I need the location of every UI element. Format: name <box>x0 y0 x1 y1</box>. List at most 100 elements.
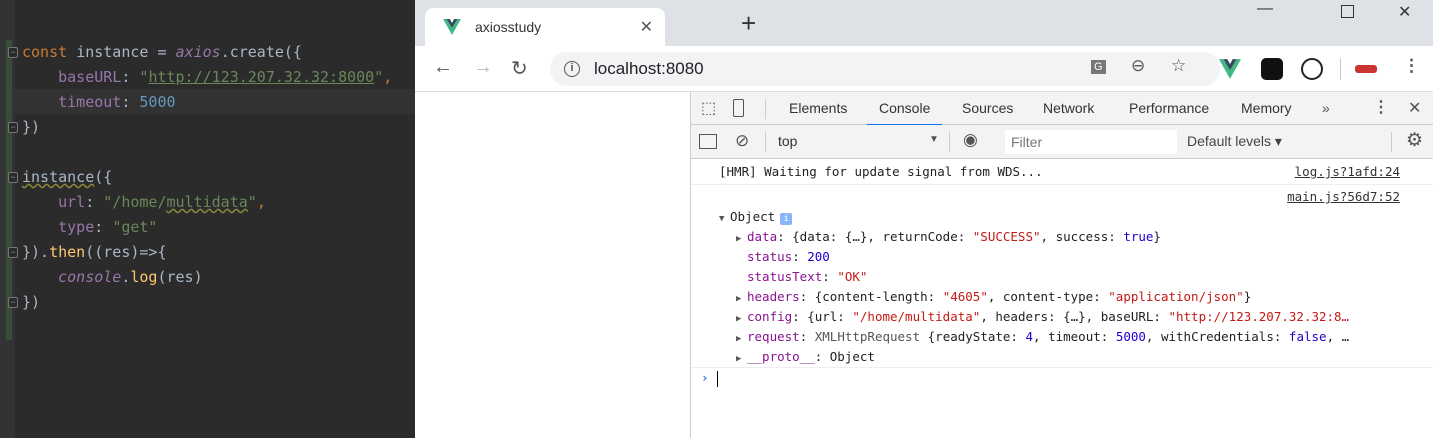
tab-title: axiosstudy <box>475 19 542 35</box>
code-token: , … <box>1326 329 1350 344</box>
code-token: 4 <box>1025 329 1034 344</box>
settings-gear-icon[interactable]: ⚙ <box>1406 129 1423 152</box>
code-token: }). <box>22 243 50 261</box>
code-line[interactable]: console.log(res) <box>22 265 203 290</box>
tab-sources[interactable]: Sources <box>962 100 1013 116</box>
code-line[interactable]: }) <box>22 290 40 315</box>
object-property[interactable]: ▶ data: {data: {…}, returnCode: "SUCCESS"… <box>691 227 1433 247</box>
zoom-icon[interactable]: ⊖ <box>1131 56 1145 76</box>
context-select[interactable]: top <box>778 133 797 149</box>
editor-gutter <box>0 0 15 438</box>
source-link[interactable]: main.js?56d7:52 <box>1287 187 1400 207</box>
text-cursor <box>716 370 718 387</box>
filter-input[interactable]: Filter <box>1005 130 1177 154</box>
devtools-menu-icon[interactable]: ⋮ <box>1373 97 1389 117</box>
code-line[interactable]: url: "/home/multidata", <box>22 190 266 215</box>
code-line[interactable]: instance({ <box>22 165 112 190</box>
expand-triangle-icon[interactable]: ▶ <box>736 289 747 307</box>
close-tab-icon[interactable]: ✕ <box>640 17 653 37</box>
profile-extension-icon[interactable] <box>1355 65 1377 73</box>
tab-performance[interactable]: Performance <box>1129 100 1209 116</box>
browser-tab[interactable]: axiosstudy ✕ <box>425 8 665 46</box>
code-token: , timeout: <box>1033 329 1116 344</box>
code-token: , withCredentials: <box>1145 329 1289 344</box>
object-source-row: main.js?56d7:52 <box>691 187 1433 207</box>
expand-triangle-icon[interactable]: ▶ <box>736 229 747 247</box>
address-bar[interactable]: i localhost:8080 <box>550 52 1220 86</box>
code-token: "4605" <box>942 289 988 304</box>
log-levels-dropdown[interactable]: Default levels ▾ <box>1187 133 1282 150</box>
maximize-button[interactable] <box>1341 5 1354 18</box>
tab-network[interactable]: Network <box>1043 100 1094 116</box>
console-message: [HMR] Waiting for update signal from WDS… <box>691 159 1433 185</box>
code-token: ((res)=>{ <box>85 243 167 261</box>
fold-marker-icon[interactable]: − <box>8 247 18 258</box>
code-token: }) <box>22 118 41 136</box>
vue-devtools-extension-icon[interactable] <box>1219 58 1241 80</box>
code-token: } <box>1153 229 1161 244</box>
object-header[interactable]: ▼ Object i <box>691 207 1433 227</box>
vue-logo-icon <box>443 19 461 35</box>
tab-elements[interactable]: Elements <box>789 100 847 116</box>
code-token: , <box>256 193 266 211</box>
tab-memory[interactable]: Memory <box>1241 100 1292 116</box>
expand-triangle-icon[interactable]: ▶ <box>736 349 747 367</box>
object-property[interactable]: ▶ config: {url: "/home/multidata", header… <box>691 307 1433 327</box>
device-toolbar-icon[interactable] <box>733 99 744 117</box>
code-token: : {content-length: <box>799 289 943 304</box>
code-token: }) <box>22 293 41 311</box>
code-token: type <box>22 218 95 236</box>
code-line[interactable]: baseURL: "http://123.207.32.32:8000", <box>22 65 392 90</box>
code-line[interactable]: }) <box>22 115 40 140</box>
code-token: , <box>383 68 393 86</box>
back-button[interactable]: ← <box>433 56 453 79</box>
prompt-icon: › <box>701 370 709 385</box>
expanded-triangle-icon[interactable]: ▼ <box>719 209 730 229</box>
code-line[interactable]: const instance = axios.create({ <box>22 40 302 65</box>
menu-icon[interactable]: ⋮ <box>1403 56 1420 76</box>
bookmark-star-icon[interactable]: ☆ <box>1171 56 1186 76</box>
sidebar-toggle-icon[interactable] <box>699 134 717 149</box>
code-line[interactable]: type: "get" <box>22 215 157 240</box>
reload-button[interactable]: ↻ <box>511 56 528 81</box>
extension-icon[interactable] <box>1261 58 1283 80</box>
more-tabs-button[interactable]: » <box>1322 100 1330 116</box>
inspect-element-icon[interactable]: ⬚ <box>701 98 716 118</box>
code-line[interactable]: }).then((res)=>{ <box>22 240 167 265</box>
chevron-down-icon[interactable]: ▼ <box>929 134 939 145</box>
source-link[interactable]: log.js?1afd:24 <box>1295 159 1400 185</box>
new-tab-button[interactable]: + <box>741 8 756 39</box>
code-token: " <box>247 193 257 211</box>
info-icon[interactable]: i <box>564 61 580 77</box>
fold-marker-icon[interactable]: − <box>8 122 18 133</box>
code-token: .create({ <box>220 43 302 61</box>
fold-marker-icon[interactable]: − <box>8 47 18 58</box>
code-token: url <box>22 193 86 211</box>
translate-icon[interactable]: G <box>1091 60 1106 74</box>
window-close-button[interactable]: ✕ <box>1398 2 1411 22</box>
clear-console-icon[interactable]: ⊘ <box>735 131 749 151</box>
close-devtools-icon[interactable]: ✕ <box>1408 98 1421 118</box>
minimize-button[interactable]: — <box>1257 0 1273 18</box>
object-property[interactable]: ▶ request: XMLHttpRequest {readyState: 4,… <box>691 327 1433 347</box>
info-badge-icon[interactable]: i <box>780 213 793 225</box>
console-prompt[interactable]: › <box>691 367 1433 387</box>
fold-marker-icon[interactable]: − <box>8 297 18 308</box>
object-property[interactable]: statusText: "OK" <box>691 267 1433 287</box>
code-token: const <box>22 43 77 61</box>
code-line[interactable]: timeout: 5000 <box>22 90 175 115</box>
fold-marker-icon[interactable]: − <box>8 172 18 183</box>
object-property[interactable]: ▶ __proto__: Object <box>691 347 1433 367</box>
code-token: 200 <box>807 249 830 264</box>
code-token: statusText <box>747 269 823 284</box>
tab-console[interactable]: Console <box>866 100 943 126</box>
object-property[interactable]: status: 200 <box>691 247 1433 267</box>
sync-extension-icon[interactable] <box>1301 58 1323 80</box>
code-editor[interactable]: const instance = axios.create({− baseURL… <box>0 0 415 438</box>
object-property[interactable]: ▶ headers: {content-length: "4605", conte… <box>691 287 1433 307</box>
expand-triangle-icon[interactable]: ▶ <box>736 309 747 327</box>
forward-button[interactable]: → <box>473 56 493 79</box>
code-token: , content-type: <box>987 289 1109 304</box>
expand-triangle-icon[interactable]: ▶ <box>736 329 747 347</box>
eye-icon[interactable]: ◉ <box>963 130 978 150</box>
